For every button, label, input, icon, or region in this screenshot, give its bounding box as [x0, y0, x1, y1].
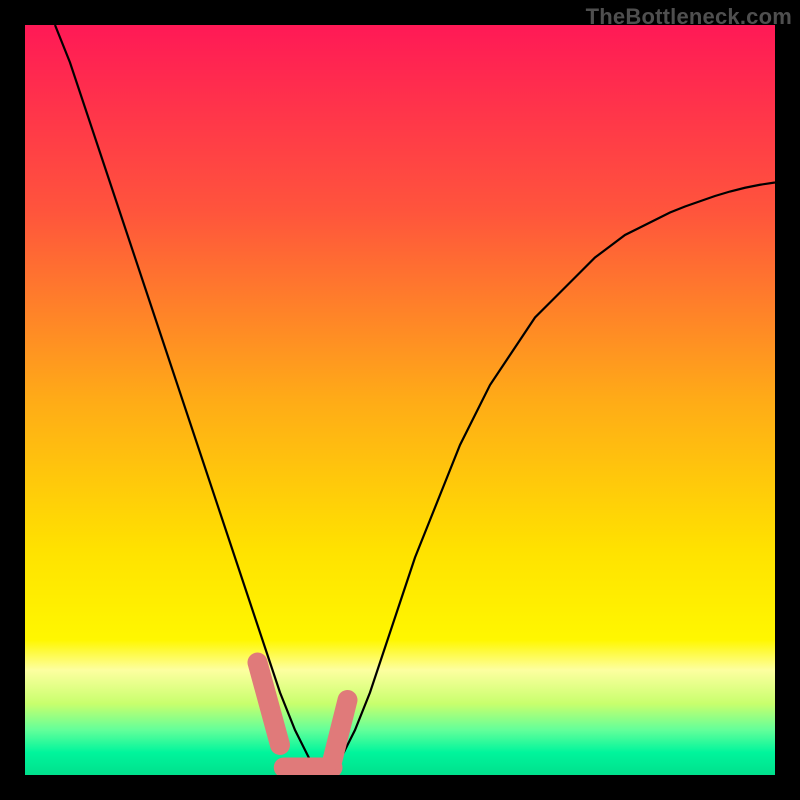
gradient-background	[25, 25, 775, 775]
chart-svg	[25, 25, 775, 775]
outer-frame: TheBottleneck.com	[0, 0, 800, 800]
plot-area	[25, 25, 775, 775]
